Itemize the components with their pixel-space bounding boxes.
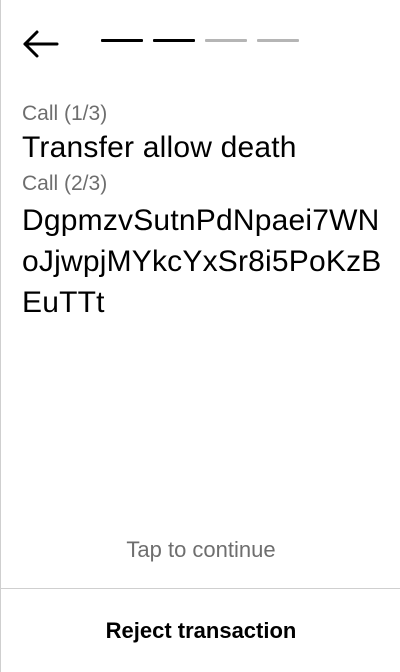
tap-to-continue-hint[interactable]: Tap to continue: [1, 535, 400, 565]
call-2-value: DgpmzvSutnPdNpaei7WNoJjwpjMYkcYxSr8i5PoK…: [22, 204, 382, 319]
call-details: Call (1/3) Transfer allow death Call (2/…: [22, 100, 387, 325]
back-button[interactable]: [19, 26, 63, 62]
progress-step-4: [257, 39, 299, 42]
header: [1, 0, 400, 90]
progress-indicator: [101, 39, 299, 43]
call-1-label: Call (1/3): [22, 102, 108, 125]
progress-step-2: [153, 39, 195, 42]
progress-step-3: [205, 39, 247, 42]
reject-transaction-button[interactable]: Reject transaction: [1, 589, 400, 672]
call-2-label: Call (2/3): [22, 172, 108, 195]
progress-step-1: [101, 39, 143, 42]
arrow-left-icon: [23, 30, 59, 58]
transaction-review-screen[interactable]: Call (1/3) Transfer allow death Call (2/…: [0, 0, 400, 672]
call-1-value: Transfer allow death: [22, 131, 297, 164]
